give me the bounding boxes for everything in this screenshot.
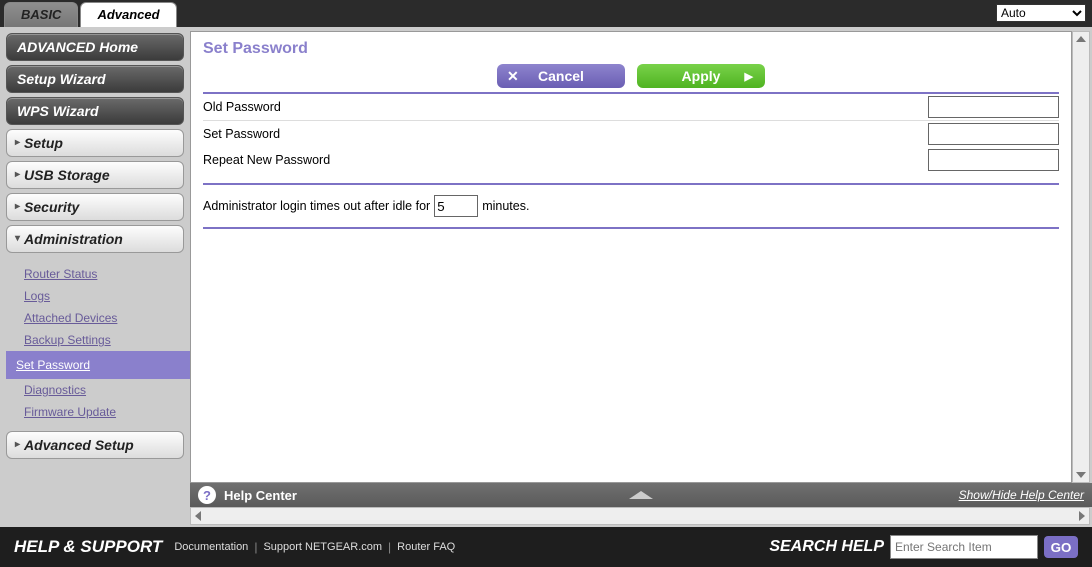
sidebar-group-label: Advanced Setup [24, 432, 134, 458]
row-repeat-password: Repeat New Password [203, 147, 1059, 173]
separator: | [254, 540, 257, 554]
search-help-label: SEARCH HELP [769, 538, 884, 556]
top-tab-bar: BASIC Advanced Auto [0, 0, 1092, 27]
timeout-text-pre: Administrator login times out after idle… [203, 199, 430, 213]
footer-link-support[interactable]: Support NETGEAR.com [263, 541, 382, 553]
language-select[interactable]: Auto [996, 4, 1086, 22]
footer: HELP & SUPPORT Documentation | Support N… [0, 527, 1092, 567]
chevron-right-icon: ▸ [15, 162, 20, 188]
language-dropdown[interactable]: Auto [996, 4, 1086, 22]
go-button[interactable]: GO [1044, 536, 1078, 558]
row-old-password: Old Password [203, 94, 1059, 121]
input-old-password[interactable] [928, 96, 1059, 118]
footer-title: HELP & SUPPORT [14, 537, 162, 557]
input-timeout-minutes[interactable] [434, 195, 478, 217]
sidebar-group-label: Security [24, 194, 79, 220]
body: ADVANCED Home Setup Wizard WPS Wizard ▸ … [0, 27, 1092, 527]
help-center-label: Help Center [224, 488, 297, 503]
input-repeat-password[interactable] [928, 149, 1059, 171]
sidebar-group-advanced-setup[interactable]: ▸ Advanced Setup [6, 431, 184, 459]
tab-advanced[interactable]: Advanced [80, 2, 176, 27]
sidebar-group-security[interactable]: ▸ Security [6, 193, 184, 221]
main-column: Set Password ✕ Cancel Apply ▶ Old Passwo… [190, 27, 1092, 527]
close-icon: ✕ [507, 68, 519, 85]
sidebar: ADVANCED Home Setup Wizard WPS Wizard ▸ … [0, 27, 190, 527]
cancel-button-label: Cancel [538, 68, 584, 84]
divider [203, 183, 1059, 185]
arrow-right-icon: ▶ [745, 70, 753, 83]
footer-link-faq[interactable]: Router FAQ [397, 541, 455, 553]
sidebar-setup-wizard[interactable]: Setup Wizard [6, 65, 184, 93]
apply-button[interactable]: Apply ▶ [637, 64, 765, 88]
subitem-set-password[interactable]: Set Password [6, 351, 190, 379]
sidebar-group-label: Setup [24, 130, 63, 156]
subitem-attached-devices[interactable]: Attached Devices [24, 307, 184, 329]
label-old-password: Old Password [203, 100, 928, 114]
subitem-logs[interactable]: Logs [24, 285, 184, 307]
label-set-password: Set Password [203, 127, 928, 141]
tab-basic[interactable]: BASIC [4, 2, 78, 27]
subitem-backup-settings[interactable]: Backup Settings [24, 329, 184, 351]
chevron-down-icon: ▾ [15, 226, 20, 252]
page-title: Set Password [203, 40, 1059, 58]
subitem-firmware-update[interactable]: Firmware Update [24, 401, 184, 423]
vertical-scrollbar[interactable] [1072, 31, 1090, 483]
timeout-text-post: minutes. [482, 199, 529, 213]
apply-button-label: Apply [682, 68, 721, 84]
sidebar-group-label: USB Storage [24, 162, 110, 188]
separator: | [388, 540, 391, 554]
sidebar-group-usb[interactable]: ▸ USB Storage [6, 161, 184, 189]
help-icon: ? [198, 486, 216, 504]
input-set-password[interactable] [928, 123, 1059, 145]
subitem-diagnostics[interactable]: Diagnostics [24, 379, 184, 401]
row-set-password: Set Password [203, 121, 1059, 147]
chevron-right-icon: ▸ [15, 130, 20, 156]
timeout-line: Administrator login times out after idle… [203, 191, 1059, 229]
sidebar-group-administration[interactable]: ▾ Administration [6, 225, 184, 253]
button-row: ✕ Cancel Apply ▶ [203, 64, 1059, 88]
footer-link-documentation[interactable]: Documentation [174, 541, 248, 553]
horizontal-scrollbar[interactable] [190, 507, 1090, 525]
sidebar-group-setup[interactable]: ▸ Setup [6, 129, 184, 157]
label-repeat-password: Repeat New Password [203, 153, 928, 167]
sidebar-wps-wizard[interactable]: WPS Wizard [6, 97, 184, 125]
sidebar-advanced-home[interactable]: ADVANCED Home [6, 33, 184, 61]
content-area: Set Password ✕ Cancel Apply ▶ Old Passwo… [190, 31, 1072, 483]
subitem-router-status[interactable]: Router Status [24, 263, 184, 285]
footer-search: SEARCH HELP GO [769, 535, 1078, 559]
sidebar-admin-subitems: Router Status Logs Attached Devices Back… [6, 257, 184, 431]
chevron-up-icon[interactable] [629, 491, 653, 499]
search-help-input[interactable] [890, 535, 1038, 559]
help-center-bar: ? Help Center Show/Hide Help Center [190, 483, 1092, 507]
cancel-button[interactable]: ✕ Cancel [497, 64, 625, 88]
chevron-right-icon: ▸ [15, 194, 20, 220]
show-hide-help-link[interactable]: Show/Hide Help Center [959, 488, 1084, 502]
chevron-right-icon: ▸ [15, 432, 20, 458]
sidebar-group-label: Administration [24, 226, 123, 252]
